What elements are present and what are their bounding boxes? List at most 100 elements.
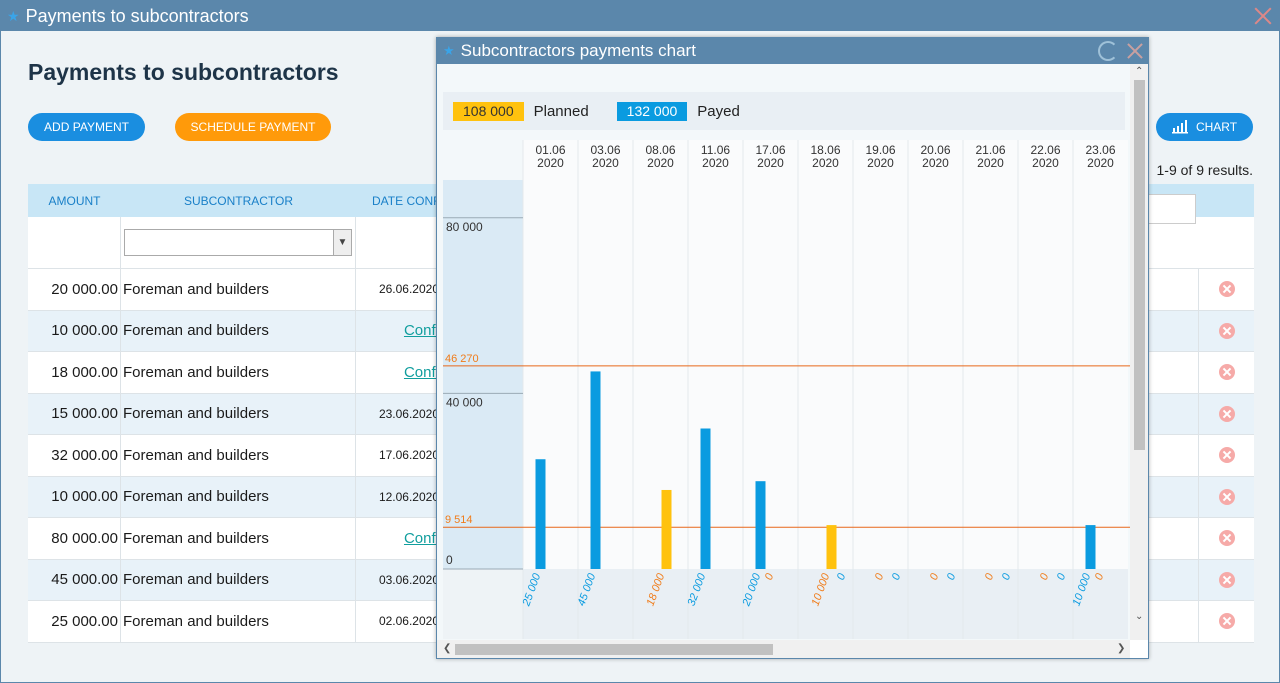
horizontal-scrollbar[interactable]: ❮ ❯ [437,640,1130,658]
delete-cell [1198,351,1254,393]
dialog-titlebar: ★ Subcontractors payments chart [437,38,1148,64]
delete-cell [1198,393,1254,435]
y-tick-label: 40 000 [446,395,483,409]
chart-button[interactable]: CHART [1156,113,1253,141]
scroll-left-icon[interactable]: ❮ [443,643,451,654]
payed-bar [535,459,546,569]
add-payment-button[interactable]: ADD PAYMENT [28,113,145,141]
payed-bar [755,481,766,569]
subcontractor-cell: Foreman and builders [121,601,356,642]
date-cell: 02.06.2020 [378,614,439,629]
confirm-link[interactable]: Confi [356,518,441,559]
chart-dialog: ★ Subcontractors payments chart 108 000 … [436,37,1149,659]
delete-cell [1198,559,1254,601]
payments-bar-chart: 01.06 2020 03.06 2020 08.06 2020 11.06 2020 17.0… [443,140,1130,639]
dialog-close-icon[interactable] [1126,41,1144,61]
delete-cell [1198,310,1254,352]
delete-icon[interactable] [1218,530,1235,547]
window-titlebar: ★ Payments to subcontractors [1,1,1279,31]
confirm-link[interactable]: Confi [356,352,441,393]
chart-area: 108 000 Planned 132 000 Payed 01.06 2020 0… [437,64,1130,640]
chevron-down-icon: ▼ [333,230,351,255]
confirm-link[interactable]: Confi [356,311,441,352]
amount-cell: 20 000.00 [28,269,121,310]
category-label: 03.06 2020 [590,143,620,170]
chart-button-label: CHART [1195,120,1238,134]
star-icon: ★ [443,43,455,58]
amount-cell: 10 000.00 [28,310,121,351]
delete-cell [1198,268,1254,310]
category-label: 01.06 2020 [535,143,565,170]
delete-icon[interactable] [1218,322,1235,339]
delete-cell [1198,600,1254,642]
delete-icon[interactable] [1218,364,1235,381]
vertical-scrollbar[interactable]: ⌃ ⌄ [1130,64,1148,640]
amount-cell: 10 000.00 [28,476,121,517]
scroll-right-icon[interactable]: ❯ [1117,643,1125,654]
category-label: 19.06 2020 [865,143,895,170]
vertical-scroll-thumb[interactable] [1134,80,1145,450]
delete-cell [1198,517,1254,559]
date-cell: 12.06.2020 [378,489,439,504]
window-close-icon[interactable] [1253,5,1273,25]
amount-cell: 45 000.00 [28,559,121,600]
amount-cell: 80 000.00 [28,518,121,559]
delete-icon[interactable] [1218,447,1235,464]
header-amount[interactable]: AMOUNT [28,194,121,208]
y-axis-strip [443,180,523,569]
delete-cell [1198,434,1254,476]
horizontal-scroll-thumb[interactable] [455,644,773,655]
amount-cell: 15 000.00 [28,393,121,434]
amount-cell: 32 000.00 [28,435,121,476]
planned-bar [826,525,837,569]
category-label: 23.06 2020 [1085,143,1115,170]
scroll-up-icon[interactable]: ⌃ [1135,66,1143,77]
planned-bar [661,489,672,569]
delete-icon[interactable] [1218,613,1235,630]
payed-bar [590,371,601,569]
subcontractor-cell: Foreman and builders [121,352,356,393]
subcontractor-cell: Foreman and builders [121,310,356,351]
reference-line-label: 9 514 [445,514,473,526]
results-count: 1-9 of 9 results. [1156,162,1254,178]
date-cell: 03.06.2020 [378,572,439,587]
delete-icon[interactable] [1218,405,1235,422]
subcontractor-cell: Foreman and builders [121,393,356,434]
schedule-payment-button[interactable]: SCHEDULE PAYMENT [175,113,331,141]
delete-icon[interactable] [1218,281,1235,298]
star-icon: ★ [7,7,20,24]
category-label: 11.06 2020 [701,143,730,170]
filter-subcontractor-cell: ▼ [121,217,356,268]
plot-background [523,140,1128,569]
bar-chart-icon [1171,120,1188,134]
scroll-down-icon[interactable]: ⌄ [1135,611,1143,622]
label-strip-left [443,569,523,639]
filter-input[interactable] [1148,194,1196,224]
delete-icon[interactable] [1218,571,1235,588]
reference-line-label: 46 270 [445,353,479,365]
amount-cell: 25 000.00 [28,601,121,642]
window-title: Payments to subcontractors [25,5,249,26]
dialog-title: Subcontractors payments chart [460,41,696,60]
date-cell: 23.06.2020 [378,406,439,421]
filter-amount-cell [28,217,121,268]
y-tick-label: 0 [446,553,453,567]
page-title: Payments to subcontractors [28,59,339,85]
amount-cell: 18 000.00 [28,352,121,393]
refresh-icon[interactable] [1098,41,1118,61]
date-cell: 26.06.2020 [378,282,439,297]
category-label: 22.06 2020 [1030,143,1060,170]
header-subcontractor[interactable]: SUBCONTRACTOR [121,194,356,208]
category-label: 08.06 2020 [645,143,675,170]
category-label: 18.06 2020 [810,143,840,170]
subcontractor-cell: Foreman and builders [121,476,356,517]
category-label: 21.06 2020 [975,143,1005,170]
subcontractor-filter-select[interactable]: ▼ [124,229,352,256]
y-tick-label: 80 000 [446,220,483,234]
payed-bar [700,428,711,569]
subcontractor-cell: Foreman and builders [121,518,356,559]
date-cell: 17.06.2020 [378,448,439,463]
subcontractor-cell: Foreman and builders [121,435,356,476]
subcontractor-cell: Foreman and builders [121,269,356,310]
delete-icon[interactable] [1218,488,1235,505]
